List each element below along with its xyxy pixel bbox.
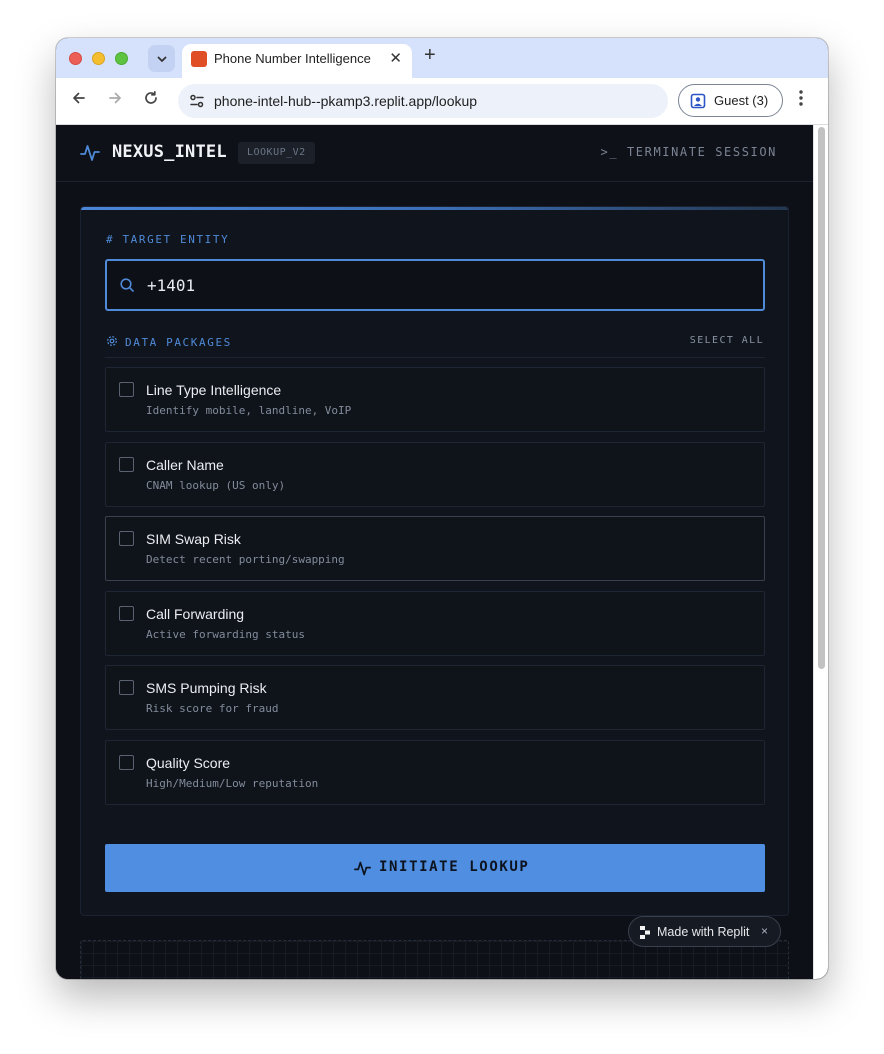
package-title: SMS Pumping Risk [146,680,267,696]
more-vertical-icon [799,90,803,106]
made-with-replit-badge[interactable]: Made with Replit × [628,916,781,947]
profile-icon [690,93,706,109]
close-badge-icon[interactable]: × [761,924,768,938]
browser-tab[interactable]: Phone Number Intelligence ✕ [182,44,412,78]
package-description: Detect recent porting/swapping [146,553,345,566]
url-text[interactable]: phone-intel-hub--pkamp3.replit.app/looku… [214,93,477,109]
package-item-sim-swap[interactable]: SIM Swap Risk Detect recent porting/swap… [105,516,765,581]
package-checkbox[interactable] [119,382,134,397]
package-checkbox[interactable] [119,531,134,546]
page-viewport: NEXUS_INTEL LOOKUP_V2 >_ TERMINATE SESSI… [56,125,828,979]
version-badge: LOOKUP_V2 [238,142,315,164]
activity-icon [354,861,371,876]
initiate-lookup-button[interactable]: INITIATE LOOKUP [105,844,765,892]
reload-icon [145,90,157,104]
initiate-lookup-label: INITIATE LOOKUP [379,859,530,875]
arrow-left-icon [73,92,85,104]
data-packages-label: DATA PACKAGES [125,336,232,349]
close-window-button[interactable] [69,52,82,65]
phone-number-input[interactable] [147,274,747,296]
package-checkbox[interactable] [119,755,134,770]
tab-search-button[interactable] [148,45,175,72]
tab-close-icon[interactable]: ✕ [389,49,402,67]
package-description: Active forwarding status [146,628,305,641]
tab-title: Phone Number Intelligence [214,51,371,66]
package-item-quality-score[interactable]: Quality Score High/Medium/Low reputation [105,740,765,805]
new-tab-button[interactable]: + [424,44,436,67]
package-description: CNAM lookup (US only) [146,479,286,492]
package-checkbox[interactable] [119,606,134,621]
app-header: NEXUS_INTEL LOOKUP_V2 >_ TERMINATE SESSI… [56,125,813,182]
package-description: Identify mobile, landline, VoIP [146,404,352,417]
address-bar[interactable]: phone-intel-hub--pkamp3.replit.app/looku… [178,84,668,118]
search-field[interactable] [105,259,765,311]
brand-title: NEXUS_INTEL [112,142,227,162]
made-with-replit-label: Made with Replit [657,925,750,939]
package-item-caller-name[interactable]: Caller Name CNAM lookup (US only) [105,442,765,507]
scrollbar-thumb[interactable] [818,127,825,669]
arrow-right-icon [109,92,121,104]
replit-logo-icon [640,926,650,939]
package-item-sms-pumping[interactable]: SMS Pumping Risk Risk score for fraud [105,665,765,730]
site-settings-icon[interactable] [188,92,206,110]
lookup-card: # TARGET ENTITY DATA PACKAGES SELECT ALL… [80,206,789,916]
activity-icon [80,145,100,161]
profile-button[interactable]: Guest (3) [678,84,783,117]
package-description: Risk score for fraud [146,702,279,715]
package-item-line-type[interactable]: Line Type Intelligence Identify mobile, … [105,367,765,432]
browser-menu-button[interactable] [798,89,804,112]
target-entity-label: # TARGET ENTITY [106,233,230,246]
select-all-button[interactable]: SELECT ALL [690,335,764,346]
minimize-window-button[interactable] [92,52,105,65]
back-button[interactable] [68,90,90,111]
gear-icon [107,336,117,346]
chevron-down-icon [157,56,166,62]
package-title: Caller Name [146,457,224,473]
browser-window: Phone Number Intelligence ✕ + phone-inte… [56,38,828,979]
reload-button[interactable] [140,90,162,111]
tab-strip: Phone Number Intelligence ✕ + [56,38,828,78]
package-title: Line Type Intelligence [146,382,282,398]
package-title: Call Forwarding [146,606,245,622]
replit-favicon-icon [191,51,207,67]
package-title: SIM Swap Risk [146,531,241,547]
maximize-window-button[interactable] [115,52,128,65]
profile-label: Guest (3) [714,93,769,108]
card-accent-bar [81,207,788,210]
section-divider [105,357,765,358]
search-icon [120,278,134,292]
package-item-call-forwarding[interactable]: Call Forwarding Active forwarding status [105,591,765,656]
scrollbar[interactable] [813,125,828,979]
package-description: High/Medium/Low reputation [146,777,319,790]
package-title: Quality Score [146,755,231,771]
browser-toolbar: phone-intel-hub--pkamp3.replit.app/looku… [56,78,828,125]
package-checkbox[interactable] [119,680,134,695]
terminate-session-button[interactable]: >_ TERMINATE SESSION [601,145,778,159]
package-checkbox[interactable] [119,457,134,472]
forward-button[interactable] [104,90,126,111]
